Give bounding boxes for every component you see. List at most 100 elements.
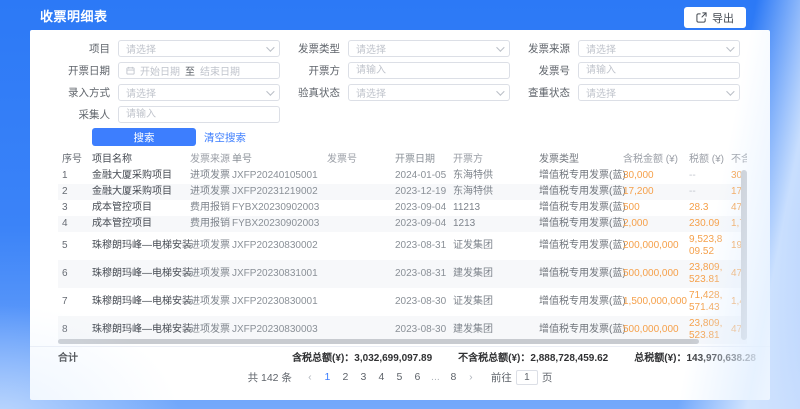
cell: 成本管控项目: [88, 200, 186, 216]
column-header: 单号: [228, 151, 323, 168]
cell: 珠穆朗玛峰—电梯安装: [88, 260, 186, 288]
chevron-down-icon: [726, 87, 734, 95]
next-page-icon[interactable]: ›: [464, 371, 478, 383]
column-header: 开票方: [449, 151, 535, 168]
cell: JXFP20230830001: [228, 288, 323, 316]
cell: 增值税专用发票(蓝): [535, 184, 619, 200]
invoice-date-range[interactable]: 开始日期 至 结束日期: [118, 62, 280, 79]
cell: 17,200: [619, 184, 685, 200]
cell: 增值税专用发票(蓝): [535, 168, 619, 184]
cell: 23,809,523.81: [685, 260, 727, 288]
filter-row-2: 开票日期 开始日期 至 结束日期 开票方 发票号: [30, 62, 770, 79]
goto-page-suffix: 页: [542, 370, 553, 385]
cell: 2023-08-30: [391, 288, 449, 316]
cell: 增值税专用发票(蓝): [535, 216, 619, 232]
table-row: 5珠穆朗玛峰—电梯安装进项发票JXFP202308300022023-08-31…: [58, 232, 747, 260]
filter-invoice-type: 发票类型 请选择: [286, 40, 510, 57]
cell: [323, 260, 391, 288]
invoice-no-input[interactable]: [578, 62, 740, 79]
page-number[interactable]: 8: [446, 371, 461, 383]
tax-incl-total: 含税总额(¥)：3,032,699,097.89: [292, 349, 432, 364]
project-select[interactable]: 请选择: [118, 40, 280, 57]
cell: 金融大厦采购项目: [88, 168, 186, 184]
cell: [323, 232, 391, 260]
cell: [323, 216, 391, 232]
cell: 成本管控项目: [88, 216, 186, 232]
verify-status-label: 验真状态: [286, 85, 340, 100]
dup-status-placeholder: 请选择: [586, 85, 726, 100]
cell: 金融大厦采购项目: [88, 184, 186, 200]
filter-row-4: 采集人: [30, 106, 770, 123]
export-button[interactable]: 导出: [684, 7, 746, 28]
cell: --: [685, 168, 727, 184]
page-number[interactable]: 1: [320, 371, 335, 383]
cell: 进项发票: [186, 232, 228, 260]
filter-collector: 采集人: [56, 106, 280, 123]
cell: 2023-12-19: [391, 184, 449, 200]
entry-method-placeholder: 请选择: [126, 85, 266, 100]
table-header-row: 序号项目名称发票来源单号发票号开票日期开票方发票类型含税金额 (¥)税额 (¥)…: [58, 151, 747, 168]
cell: 1213: [449, 216, 535, 232]
invoice-type-select[interactable]: 请选择: [348, 40, 510, 57]
search-button[interactable]: 搜索: [92, 128, 196, 146]
cell: 71,428,571.43: [685, 288, 727, 316]
cell: 2023-08-31: [391, 260, 449, 288]
verify-status-select[interactable]: 请选择: [348, 84, 510, 101]
filter-dup-status: 查重状态 请选择: [516, 84, 740, 101]
chevron-down-icon: [496, 43, 504, 51]
filter-actions: 搜索 清空搜索: [30, 128, 770, 146]
cell: 2,000: [619, 216, 685, 232]
cell: 500,000,000: [619, 260, 685, 288]
cell: 珠穆朗玛峰—电梯安装: [88, 232, 186, 260]
cell: 1,500,000,000: [619, 288, 685, 316]
cell: 珠穆朗玛峰—电梯安装: [88, 288, 186, 316]
cell: [323, 288, 391, 316]
horizontal-scrollbar[interactable]: [58, 339, 699, 344]
goto-page-input[interactable]: [516, 370, 538, 385]
table-row: 2金融大厦采购项目进项发票JXFP202312190022023-12-19东海…: [58, 184, 747, 200]
table-row: 7珠穆朗玛峰—电梯安装进项发票JXFP202308300012023-08-30…: [58, 288, 747, 316]
entry-method-label: 录入方式: [56, 85, 110, 100]
chevron-down-icon: [266, 43, 274, 51]
dup-status-select[interactable]: 请选择: [578, 84, 740, 101]
cell: 证发集团: [449, 232, 535, 260]
page-number[interactable]: 4: [374, 371, 389, 383]
cell: 28.3: [685, 200, 727, 216]
collector-input[interactable]: [118, 106, 280, 123]
page-number[interactable]: 3: [356, 371, 371, 383]
cell: 建发集团: [449, 260, 535, 288]
export-label: 导出: [712, 10, 734, 26]
clear-search-button[interactable]: 清空搜索: [204, 130, 246, 145]
page-number[interactable]: 5: [392, 371, 407, 383]
cell: 2023-09-04: [391, 200, 449, 216]
prev-page-icon[interactable]: ‹: [303, 371, 317, 383]
invoice-source-placeholder: 请选择: [586, 41, 726, 56]
cell: [323, 200, 391, 216]
cell: 东海特供: [449, 184, 535, 200]
invoice-no-label: 发票号: [516, 63, 570, 78]
column-header: 发票类型: [535, 151, 619, 168]
verify-status-placeholder: 请选择: [356, 85, 496, 100]
tax-excl-total: 不含税总额(¥)：2,888,728,459.62: [458, 349, 608, 364]
issuer-input[interactable]: [348, 62, 510, 79]
cell: 增值税专用发票(蓝): [535, 260, 619, 288]
cell: 证发集团: [449, 288, 535, 316]
filter-issuer: 开票方: [286, 62, 510, 79]
vertical-scrollbar[interactable]: [741, 170, 747, 340]
invoice-date-label: 开票日期: [56, 63, 110, 78]
date-start-placeholder: 开始日期: [140, 63, 180, 78]
cell: 7: [58, 288, 88, 316]
goto-page: 前往 页: [491, 370, 553, 385]
invoice-source-select[interactable]: 请选择: [578, 40, 740, 57]
entry-method-select[interactable]: 请选择: [118, 84, 280, 101]
page-number[interactable]: 2: [338, 371, 353, 383]
cell: 5: [58, 232, 88, 260]
cell: 500: [619, 200, 685, 216]
filter-row-3: 录入方式 请选择 验真状态 请选择 查重状态 请选择: [30, 84, 770, 101]
filter-invoice-date: 开票日期 开始日期 至 结束日期: [56, 62, 280, 79]
chevron-down-icon: [266, 87, 274, 95]
collector-label: 采集人: [56, 107, 110, 122]
calendar-icon: [126, 66, 135, 75]
cell: 11213: [449, 200, 535, 216]
page-number[interactable]: 6: [410, 371, 425, 383]
